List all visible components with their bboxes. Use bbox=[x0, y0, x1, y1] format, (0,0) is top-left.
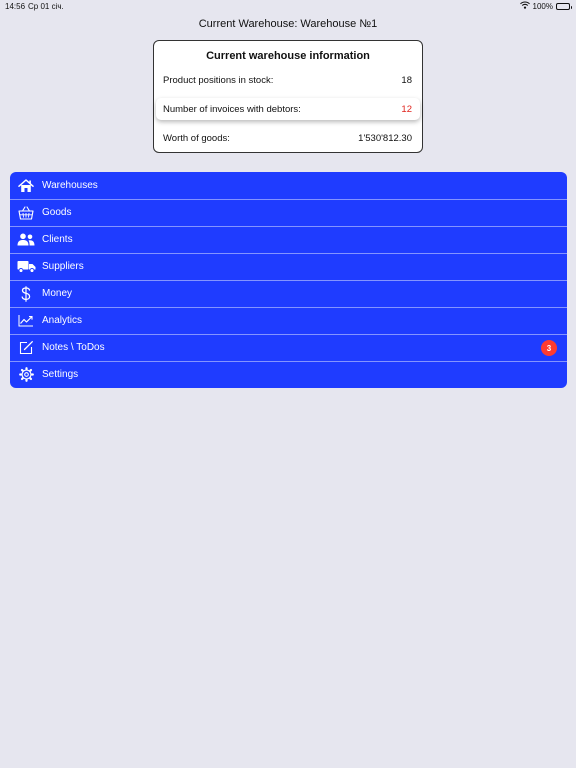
wifi-icon bbox=[519, 1, 530, 11]
menu-label: Warehouses bbox=[42, 180, 98, 191]
menu-label: Goods bbox=[42, 207, 72, 218]
status-bar: 14:56 Ср 01 січ. 100% bbox=[0, 0, 576, 12]
menu-item-suppliers[interactable]: Suppliers bbox=[10, 253, 567, 280]
battery-icon bbox=[556, 2, 572, 10]
menu-label: Money bbox=[42, 288, 73, 299]
status-right: 100% bbox=[519, 1, 572, 11]
info-label: Number of invoices with debtors: bbox=[163, 103, 301, 115]
chart-line-icon bbox=[16, 313, 36, 329]
menu-label: Notes \ ToDos bbox=[42, 342, 105, 353]
menu-label: Suppliers bbox=[42, 261, 84, 272]
people-icon bbox=[16, 232, 36, 248]
menu-item-analytics[interactable]: Analytics bbox=[10, 307, 567, 334]
info-label: Worth of goods: bbox=[163, 132, 230, 144]
info-label: Product positions in stock: bbox=[163, 74, 274, 86]
basket-icon bbox=[16, 205, 36, 221]
dollar-icon bbox=[16, 285, 36, 302]
info-value: 12 bbox=[401, 103, 412, 115]
gear-icon bbox=[16, 367, 36, 383]
info-row-debtors[interactable]: Number of invoices with debtors: 12 bbox=[156, 98, 420, 120]
menu-item-warehouses[interactable]: Warehouses bbox=[10, 172, 567, 199]
status-time: 14:56 bbox=[5, 2, 26, 11]
status-date: Ср 01 січ. bbox=[28, 2, 64, 11]
menu-label: Settings bbox=[42, 369, 79, 380]
info-value: 18 bbox=[401, 74, 412, 86]
info-row-worth: Worth of goods: 1'530'812.30 bbox=[156, 127, 420, 149]
menu-label: Clients bbox=[42, 234, 73, 245]
note-pencil-icon bbox=[16, 340, 36, 356]
info-row-positions: Product positions in stock: 18 bbox=[156, 69, 420, 91]
page-title: Current Warehouse: Warehouse №1 bbox=[198, 18, 378, 30]
warehouse-info-card: Current warehouse information Product po… bbox=[153, 40, 423, 153]
house-icon bbox=[16, 178, 36, 194]
info-card-title: Current warehouse information bbox=[206, 50, 370, 62]
menu-item-settings[interactable]: Settings bbox=[10, 361, 567, 388]
menu-item-goods[interactable]: Goods bbox=[10, 199, 567, 226]
menu-label: Analytics bbox=[42, 315, 83, 326]
battery-percent: 100% bbox=[532, 1, 553, 11]
truck-icon bbox=[16, 259, 36, 275]
menu-item-notes-todos[interactable]: Notes \ ToDos 3 bbox=[10, 334, 567, 361]
main-menu: Warehouses Goods Clients Suppliers Money… bbox=[10, 172, 567, 388]
notes-count-badge: 3 bbox=[541, 340, 557, 356]
menu-item-money[interactable]: Money bbox=[10, 280, 567, 307]
menu-item-clients[interactable]: Clients bbox=[10, 226, 567, 253]
info-value: 1'530'812.30 bbox=[358, 132, 412, 144]
